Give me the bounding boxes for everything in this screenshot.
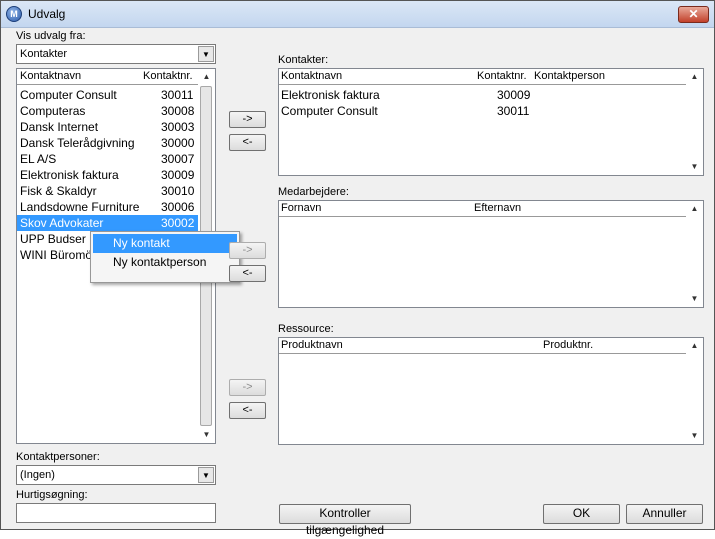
contact-nr: 30007 (161, 152, 195, 166)
scroll-up-icon[interactable]: ▲ (198, 69, 215, 85)
kontakt-nr: 30011 (497, 104, 530, 118)
ressource-label: Ressource: (278, 323, 334, 335)
list-item[interactable]: Dansk Telerådgivning 30000 (17, 135, 199, 151)
scroll-up-icon[interactable]: ▲ (686, 69, 703, 85)
ok-button[interactable]: OK (543, 504, 620, 524)
scroll-down-icon[interactable]: ▼ (686, 291, 703, 307)
vis-udvalg-label: Vis udvalg fra: (16, 30, 86, 42)
contact-name: EL A/S (20, 152, 57, 166)
app-icon: M (6, 6, 22, 22)
context-menu: Ny kontakt Ny kontaktperson (90, 231, 240, 283)
vis-udvalg-dropdown[interactable]: Kontakter ▼ (16, 44, 216, 64)
contact-name: Dansk Internet (20, 120, 99, 134)
kontaktpersoner-value: (Ingen) (20, 469, 55, 481)
menu-item-ny-kontakt[interactable]: Ny kontakt (93, 234, 237, 253)
kontaktpersoner-dropdown[interactable]: (Ingen) ▼ (16, 465, 216, 485)
contact-nr: 30009 (161, 168, 195, 182)
window-title: Udvalg (28, 7, 66, 21)
selected-kontakter-list[interactable]: Kontaktnavn Kontaktnr. Kontaktperson Ele… (278, 68, 704, 176)
column-header-efternavn[interactable]: Efternavn (474, 202, 521, 214)
ressource-scrollbar[interactable]: ▲ ▼ (686, 338, 703, 444)
scroll-down-icon[interactable]: ▼ (686, 159, 703, 175)
menu-item-ny-kontaktperson[interactable]: Ny kontaktperson (93, 253, 237, 272)
chevron-down-icon[interactable]: ▼ (198, 467, 214, 483)
column-header-fornavn[interactable]: Fornavn (281, 202, 321, 214)
list-item[interactable]: Fisk & Skaldyr 30010 (17, 183, 199, 199)
add-ressource-button[interactable]: -> (229, 379, 266, 396)
contact-nr: 30000 (161, 136, 195, 150)
contact-name: Computeras (20, 104, 86, 118)
ressource-header: Produktnavn Produktnr. (279, 338, 687, 354)
contact-list-header: Kontaktnavn Kontaktnr. (17, 69, 199, 85)
contact-nr: 30011 (161, 88, 194, 102)
ressource-list[interactable]: Produktnavn Produktnr. ▲ ▼ (278, 337, 704, 445)
contact-nr: 30002 (161, 216, 195, 230)
contact-name: Skov Advokater (20, 216, 104, 230)
remove-medarbejder-button[interactable]: <- (229, 265, 266, 282)
remove-kontakt-button[interactable]: <- (229, 134, 266, 151)
udvalg-dialog: M Udvalg ✕ Vis udvalg fra: Kontakter ▼ K… (0, 0, 715, 537)
column-header-kontaktnavn[interactable]: Kontaktnavn (20, 70, 81, 82)
list-item[interactable]: Elektronisk faktura 30009 (17, 167, 199, 183)
close-button[interactable]: ✕ (678, 6, 709, 23)
contact-name: UPP Budser (20, 232, 86, 246)
column-header-produktnavn[interactable]: Produktnavn (281, 339, 343, 351)
contact-nr: 30006 (161, 200, 195, 214)
scroll-up-icon[interactable]: ▲ (686, 338, 703, 354)
kontakter-header: Kontaktnavn Kontaktnr. Kontaktperson (279, 69, 687, 85)
scroll-down-icon[interactable]: ▼ (686, 428, 703, 444)
column-header-kontaktnr[interactable]: Kontaktnr. (143, 70, 193, 82)
scroll-down-icon[interactable]: ▼ (198, 427, 215, 443)
kontroller-tilgaengelighed-button[interactable]: Kontroller tilgængelighed (279, 504, 411, 537)
medarbejdere-label: Medarbejdere: (278, 186, 349, 198)
list-item[interactable]: Computer Consult 30011 (279, 103, 687, 119)
contact-nr: 30003 (161, 120, 195, 134)
contact-name: Computer Consult (20, 88, 117, 102)
kontakter-scrollbar[interactable]: ▲ ▼ (686, 69, 703, 175)
cancel-button[interactable]: Annuller (626, 504, 703, 524)
kontaktpersoner-label: Kontaktpersoner: (16, 451, 100, 463)
list-item[interactable]: Elektronisk faktura 30009 (279, 87, 687, 103)
scroll-up-icon[interactable]: ▲ (686, 201, 703, 217)
hurtigsogning-label: Hurtigsøgning: (16, 489, 88, 501)
column-header-kontaktnavn[interactable]: Kontaktnavn (281, 70, 342, 82)
medarbejdere-scrollbar[interactable]: ▲ ▼ (686, 201, 703, 307)
remove-ressource-button[interactable]: <- (229, 402, 266, 419)
contact-nr: 30008 (161, 104, 195, 118)
title-bar: M Udvalg ✕ (1, 1, 714, 28)
contact-name: Dansk Telerådgivning (20, 136, 135, 150)
kontakter-label: Kontakter: (278, 54, 329, 66)
kontakt-name: Computer Consult (281, 104, 378, 118)
list-item[interactable]: EL A/S 30007 (17, 151, 199, 167)
list-item[interactable]: Skov Advokater 30002 (17, 215, 199, 231)
contact-name: Fisk & Skaldyr (20, 184, 97, 198)
kontakt-nr: 30009 (497, 88, 531, 102)
medarbejdere-header: Fornavn Efternavn (279, 201, 687, 217)
list-item[interactable]: Landsdowne Furniture 30006 (17, 199, 199, 215)
medarbejdere-list[interactable]: Fornavn Efternavn ▲ ▼ (278, 200, 704, 308)
vis-udvalg-value: Kontakter (20, 48, 68, 60)
list-item[interactable]: Dansk Internet 30003 (17, 119, 199, 135)
contact-nr: 30010 (161, 184, 195, 198)
kontakt-name: Elektronisk faktura (281, 88, 380, 102)
add-medarbejder-button[interactable]: -> (229, 242, 266, 259)
add-kontakt-button[interactable]: -> (229, 111, 266, 128)
contact-name: Elektronisk faktura (20, 168, 119, 182)
contact-name: Landsdowne Furniture (20, 200, 140, 214)
hurtigsogning-input[interactable] (16, 503, 216, 523)
chevron-down-icon[interactable]: ▼ (198, 46, 214, 62)
list-item[interactable]: Computer Consult 30011 (17, 87, 199, 103)
contact-name: WINI Büromö (20, 248, 93, 262)
column-header-produktnr[interactable]: Produktnr. (543, 339, 593, 351)
list-item[interactable]: Computeras 30008 (17, 103, 199, 119)
column-header-kontaktperson[interactable]: Kontaktperson (534, 70, 605, 82)
column-header-kontaktnr[interactable]: Kontaktnr. (477, 70, 527, 82)
